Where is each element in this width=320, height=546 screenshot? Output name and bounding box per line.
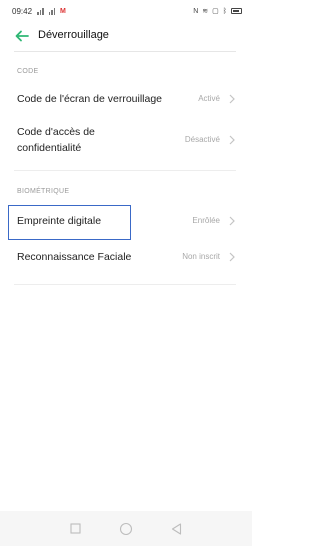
vpn-icon: ▢ — [212, 8, 219, 15]
status-time: 09:42 — [12, 6, 33, 16]
section-label-code: CODE — [17, 68, 39, 75]
privacy-code-row[interactable]: Code d'accès de confidentialité Désactiv… — [0, 122, 252, 162]
recents-button[interactable] — [68, 522, 82, 536]
lock-screen-code-row[interactable]: Code de l'écran de verrouillage Activé — [0, 84, 252, 116]
chevron-right-icon — [229, 135, 235, 145]
chevron-right-icon — [229, 252, 235, 262]
battery-icon — [231, 8, 242, 14]
row-label-line2: confidentialité — [17, 142, 82, 154]
row-label-line1: Code d'accès de — [17, 126, 95, 138]
section-label-biometric: BIOMÉTRIQUE — [17, 188, 70, 195]
back-nav-button[interactable] — [170, 522, 184, 536]
row-label: Reconnaissance Faciale — [17, 251, 132, 263]
status-bar: 09:42 M N ≋ ▢ ᛒ — [0, 0, 252, 22]
row-value: Enrôlée — [192, 216, 220, 225]
status-right: N ≋ ▢ ᛒ — [193, 7, 242, 15]
page-title: Déverrouillage — [38, 29, 109, 41]
signal-icon-2 — [48, 7, 56, 15]
chevron-right-icon — [229, 94, 235, 104]
signal-icon — [37, 7, 44, 15]
chevron-right-icon — [229, 216, 235, 226]
nfc-icon: N — [193, 7, 199, 15]
gmail-icon: M — [60, 7, 66, 15]
fingerprint-row[interactable]: Empreinte digitale Enrôlée — [0, 205, 252, 239]
row-value: Désactivé — [184, 135, 220, 144]
row-value: Activé — [198, 94, 220, 103]
navigation-bar — [0, 511, 252, 546]
app-header: Déverrouillage — [0, 22, 252, 50]
row-label: Empreinte digitale — [17, 215, 102, 227]
square-icon — [70, 523, 81, 534]
circle-icon — [119, 522, 133, 535]
bluetooth-icon: ᛒ — [222, 7, 227, 15]
row-value: Non inscrit — [182, 252, 220, 261]
bottom-divider — [14, 284, 236, 285]
section-divider — [14, 170, 236, 171]
triangle-back-icon — [172, 522, 182, 535]
row-label: Code de l'écran de verrouillage — [17, 93, 163, 105]
status-left: 09:42 M — [12, 7, 66, 16]
vibrate-icon: ≋ — [202, 8, 209, 15]
back-button[interactable] — [14, 28, 30, 44]
home-button[interactable] — [119, 522, 133, 536]
arrow-left-icon — [15, 30, 29, 42]
face-recognition-row[interactable]: Reconnaissance Faciale Non inscrit — [0, 242, 252, 274]
header-divider — [14, 51, 236, 52]
